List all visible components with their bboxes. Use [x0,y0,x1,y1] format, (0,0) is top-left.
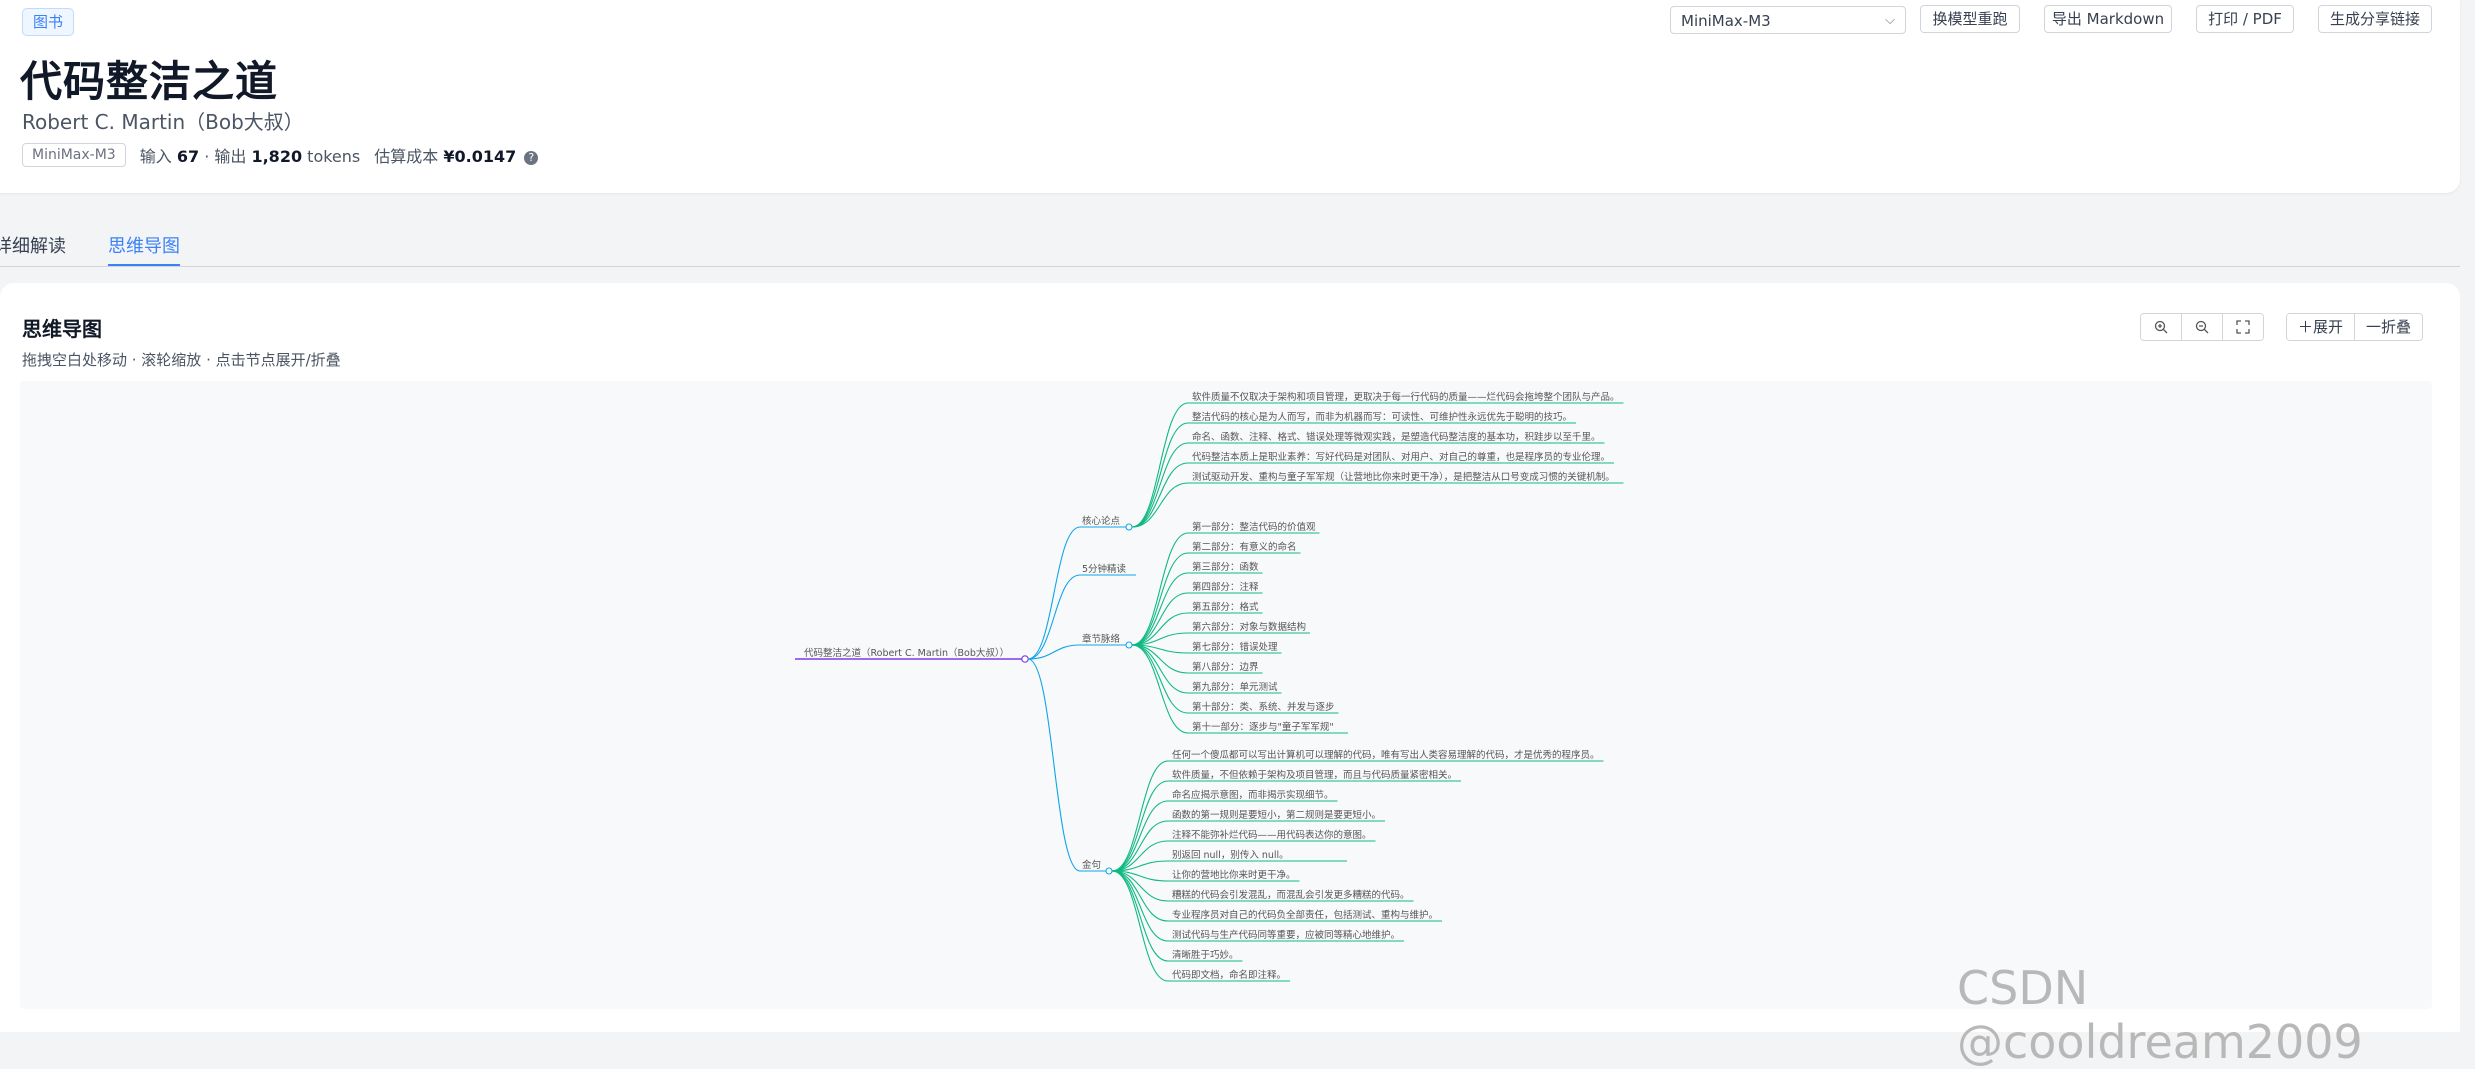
mindmap-leaf-label: 第四部分：注释 [1192,581,1259,593]
mindmap-leaf-label: 第五部分：格式 [1192,601,1259,613]
help-icon[interactable]: ? [524,150,539,165]
zoom-out-icon[interactable] [2182,314,2223,340]
mindmap-leaf-link [1111,870,1169,922]
mindmap-branch-label: 章节脉络 [1082,633,1121,645]
mindmap-leaf-label: 测试代码与生产代码同等重要，应被同等精心地维护。 [1172,929,1400,941]
input-label: 输入 [139,147,172,166]
watermark: CSDN @cooldream2009 [1957,961,2363,1069]
mindmap-leaf-label: 测试驱动开发、重构与童子军军规（让营地比你来时更干净），是把整洁从口号变成习惯的… [1192,471,1615,483]
export-markdown-button[interactable]: 导出 Markdown [2044,5,2172,33]
mindmap-leaf-label: 命名应揭示意图，而非揭示实现细节。 [1172,789,1334,801]
mindmap-leaf-label: 任何一个傻瓜都可以写出计算机可以理解的代码，唯有写出人类容易理解的代码，才是优秀… [1172,749,1600,761]
zoom-controls [2140,313,2264,341]
mindmap-hint: 拖拽空白处移动 · 滚轮缩放 · 点击节点展开/折叠 [22,351,341,369]
book-author: Robert C. Martin（Bob大叔） [22,110,304,134]
mindmap-leaf-label: 专业程序员对自己的代码负全部责任，包括测试、重构与维护。 [1172,909,1438,921]
mindmap-leaf-label: 糟糕的代码会引发混乱，而混乱会引发更多糟糕的代码。 [1172,889,1410,901]
mindmap-leaf-link [1131,462,1189,528]
fullscreen-icon[interactable] [2223,314,2263,340]
mindmap-leaf-link [1111,780,1169,872]
mindmap-leaf-link [1111,870,1169,942]
mindmap-leaf-link [1111,760,1169,872]
mindmap-leaf-label: 第二部分：有意义的命名 [1192,541,1297,553]
expand-all-button[interactable]: ＋展开 [2287,314,2356,340]
cost-value: ¥0.0147 [443,147,517,166]
mindmap-leaf-label: 整洁代码的核心是为人而写，而非为机器而写：可读性、可维护性永远优先于聪明的技巧。 [1192,411,1572,423]
mindmap-branch-label: 核心论点 [1082,515,1121,527]
category-tag: 图书 [22,8,75,36]
mindmap-leaf-label: 第八部分：边界 [1192,661,1259,673]
mindmap-leaf-link [1111,800,1169,872]
mindmap-canvas[interactable]: 代码整洁之道（Robert C. Martin（Bob大叔）） 核心论点 软件质量不… [20,381,2432,1009]
tokens-unit: tokens [307,147,361,166]
mindmap-leaf-link [1131,644,1189,714]
mindmap-svg[interactable]: 代码整洁之道（Robert C. Martin（Bob大叔）） 核心论点 软件质量不… [20,381,2432,1009]
mindmap-leaf-label: 别返回 null，别传入 null。 [1172,849,1289,861]
mindmap-leaf-link [1131,644,1189,734]
mindmap-branch-label: 5分钟精读 [1082,563,1127,575]
model-chip: MiniMax-M3 [22,143,126,167]
zoom-in-icon[interactable] [2141,314,2182,340]
book-header-card: 图书 代码整洁之道 Robert C. Martin（Bob大叔） MiniMa… [0,0,2460,193]
mindmap-root-label: 代码整洁之道（Robert C. Martin（Bob大叔）） [804,647,1009,659]
mindmap-leaf-link [1131,552,1189,646]
mindmap-leaf-label: 让你的营地比你来时更干净。 [1172,869,1296,881]
mindmap-leaf-label: 第十一部分：逐步与"童子军军规" [1192,721,1334,733]
chevron-down-icon: ⌵ [1885,13,1895,28]
view-tabs: 详细解读 思维导图 [0,220,2460,267]
mindmap-leaf-label: 代码整洁本质上是职业素养：写好代码是对团队、对用户、对自己的尊重，也是程序员的专… [1192,451,1610,463]
output-label: · 输出 [204,147,247,166]
mindmap-branch-node[interactable] [1105,867,1113,875]
mindmap-leaf-label: 软件质量不仅取决于架构和项目管理，更取决于每一行代码的质量——烂代码会拖垮整个团… [1192,391,1620,403]
mindmap-leaf-link [1111,820,1169,872]
mindmap-title: 思维导图 [22,317,102,341]
mindmap-leaf-link [1131,482,1189,528]
model-select-value: MiniMax-M3 [1681,12,1771,30]
mindmap-branch-link [1027,526,1081,660]
mindmap-leaf-label: 函数的第一规则是要短小，第二规则是要更短小。 [1172,809,1381,821]
mindmap-panel: 思维导图 拖拽空白处移动 · 滚轮缩放 · 点击节点展开/折叠 ＋展开 一折叠 … [0,283,2460,1032]
mindmap-leaf-link [1131,572,1189,646]
mindmap-leaf-label: 第三部分：函数 [1192,561,1259,573]
mindmap-leaf-label: 命名、函数、注释、格式、错误处理等微观实践，是塑造代码整洁度的基本功，积跬步以至… [1192,431,1601,443]
fold-controls: ＋展开 一折叠 [2286,313,2424,341]
token-usage: 输入 67 · 输出 1,820 tokens [140,143,361,167]
mindmap-branch-node[interactable] [1125,523,1133,531]
output-tokens: 1,820 [251,147,303,166]
mindmap-branch-node[interactable] [1125,641,1133,649]
mindmap-leaf-link [1131,422,1189,528]
mindmap-leaf-label: 第一部分：整洁代码的价值观 [1192,521,1316,533]
mindmap-leaf-link [1111,870,1169,982]
share-link-button[interactable]: 生成分享链接 [2318,5,2432,33]
mindmap-branch-link [1027,574,1081,660]
mindmap-branch-link [1027,658,1081,872]
collapse-all-button[interactable]: 一折叠 [2355,314,2423,340]
mindmap-branch-label: 金句 [1082,859,1101,871]
model-select[interactable]: MiniMax-M3 ⌵ [1670,6,1906,34]
mindmap-leaf-label: 注释不能弥补烂代码——用代码表达你的意图。 [1172,829,1372,841]
mindmap-leaf-label: 软件质量，不但依赖于架构及项目管理，而且与代码质量紧密相关。 [1172,769,1457,781]
mindmap-leaf-link [1131,612,1189,646]
input-tokens: 67 [176,147,200,166]
mindmap-leaf-label: 清晰胜于巧妙。 [1172,949,1239,961]
generation-meta: MiniMax-M3 输入 67 · 输出 1,820 tokens 估算成本 … [22,142,539,168]
tab-mindmap[interactable]: 思维导图 [108,232,180,266]
mindmap-leaf-label: 代码即文档，命名即注释。 [1172,969,1286,981]
mindmap-leaf-label: 第十部分：类、系统、并发与逐步 [1192,701,1335,713]
mindmap-leaf-label: 第七部分：错误处理 [1192,641,1278,653]
mindmap-root-node[interactable] [1021,655,1029,663]
tab-detailed-reading[interactable]: 详细解读 [0,232,66,264]
mindmap-leaf-label: 第六部分：对象与数据结构 [1192,621,1306,633]
mindmap-leaf-label: 第九部分：单元测试 [1192,681,1278,693]
print-pdf-button[interactable]: 打印 / PDF [2196,5,2294,33]
cost-estimate: 估算成本 ¥0.0147 ? [374,143,539,167]
rerun-button[interactable]: 换模型重跑 [1920,5,2020,33]
book-title: 代码整洁之道 [20,57,279,106]
mindmap-leaf-link [1111,870,1169,962]
cost-label: 估算成本 [374,147,439,166]
mindmap-branch-link [1027,644,1081,660]
